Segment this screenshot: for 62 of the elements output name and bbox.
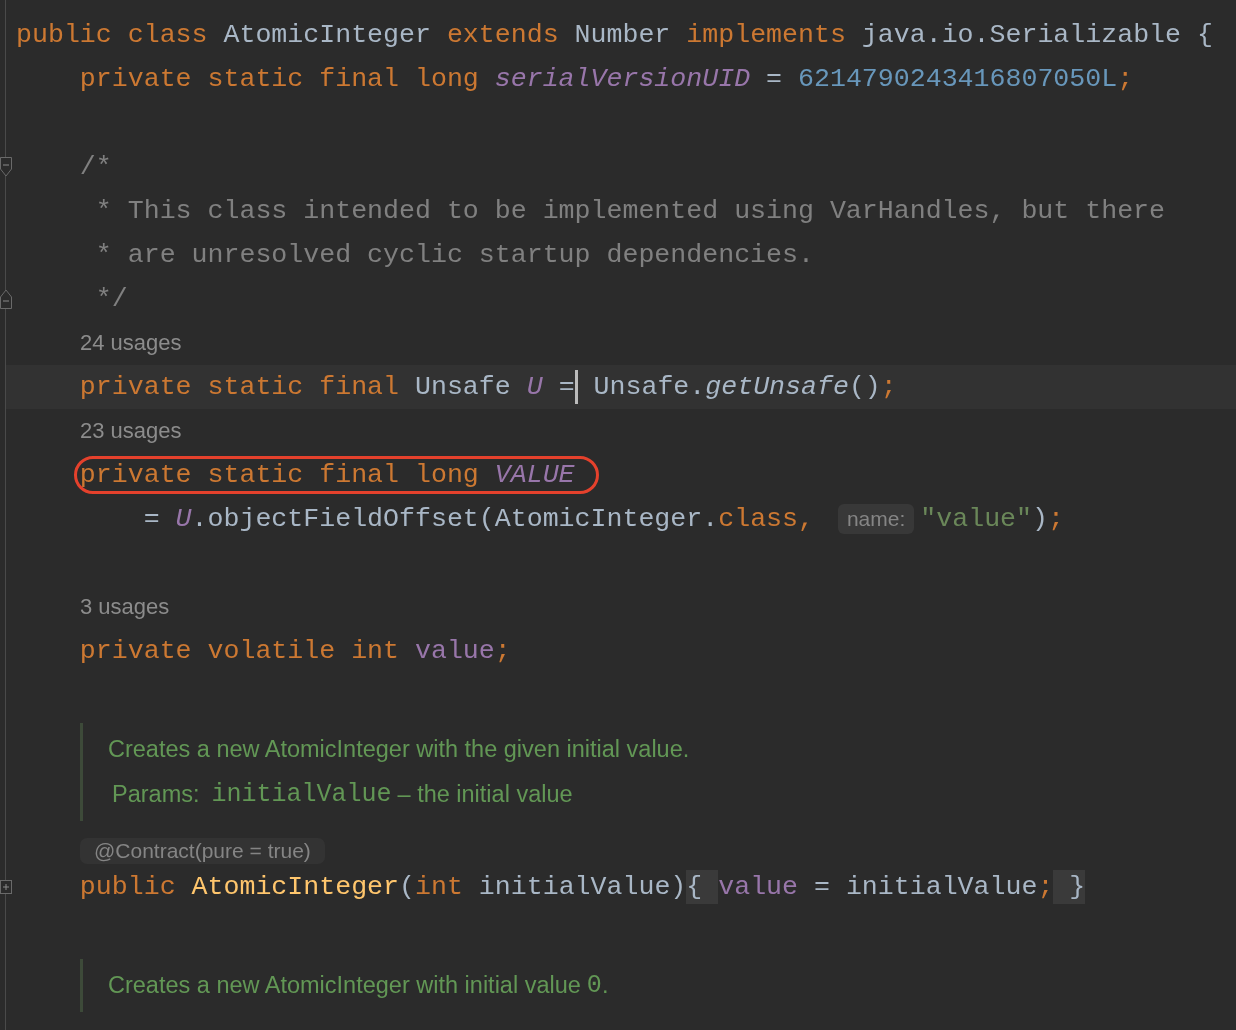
punctuation: ; [1037,872,1054,902]
fold-icon[interactable] [0,157,12,177]
code-text: AtomicInteger [223,20,432,50]
folded-code[interactable]: { [686,870,719,904]
code-text: .objectFieldOffset(AtomicInteger. [191,504,719,534]
comment-text: * are unresolved cyclic startup dependencies. [95,240,814,270]
punctuation: , [798,504,815,534]
usages-link[interactable]: 3 usages [80,594,170,620]
field-name: value [718,872,799,902]
usages-link[interactable]: 23 usages [80,418,182,444]
field-name: value [415,636,495,666]
usages-link[interactable]: 24 usages [80,330,182,356]
field-name: serialVersionUID [494,64,751,94]
doc-code-text: initialValue [211,780,392,809]
keyword: private static final long [79,460,480,490]
keyword: private static final long [79,64,480,94]
punctuation: ; [1117,64,1134,94]
keyword: class [718,504,798,534]
keyword: private static final [79,372,401,402]
doc-code-text: 0 [586,971,602,1000]
expand-icon[interactable] [0,880,12,894]
folded-code[interactable]: } [1053,870,1086,904]
keyword: public class [16,20,209,50]
string-literal: "value" [920,504,1033,534]
punctuation: ; [1048,504,1064,534]
code-text: () [848,372,881,402]
keyword: public [79,872,177,902]
inlay-hint[interactable]: name: [837,504,915,534]
code-text: = [765,64,784,94]
doc-comment-text: – the initial value [397,781,573,808]
keyword: implements [686,20,847,50]
keyword: extends [446,20,560,50]
punctuation: ; [880,372,897,402]
code-text: ) [1032,504,1048,534]
code-text: Unsafe [415,372,512,402]
comment-text: /* [79,152,112,182]
fold-icon[interactable] [0,289,12,309]
code-text: = [143,504,161,534]
code-text: java.io.Serializable { [861,20,1213,50]
code-text: Unsafe. [592,372,706,402]
field-name: VALUE [494,460,575,490]
code-text: initialValue) [478,872,687,902]
code-text: Number [574,20,672,50]
code-text: ( [399,872,415,902]
comment-text: */ [95,284,128,314]
text-cursor [574,370,578,404]
doc-comment-text: . [601,972,609,999]
field-name: U [175,504,192,534]
method-name: getUnsafe [705,372,849,402]
punctuation: ; [494,636,511,666]
constructor-name: AtomicInteger [191,872,400,902]
field-name: U [526,372,543,402]
doc-param-label: Params: [112,781,200,808]
code-text: = [557,372,575,402]
keyword: private volatile int [79,636,401,666]
inferred-annotation: @Contract(pure = true) [80,838,325,864]
comment-text: * This class intended to be implemented using VarHandles, but there [95,196,1166,226]
keyword: int [415,872,464,902]
code-text: = initialValue [813,872,1038,902]
doc-comment-text: Creates a new AtomicInteger with initial value [108,972,581,999]
number-literal: 6214790243416807050L [798,64,1118,94]
doc-comment-text: Creates a new AtomicInteger with the given initial value. [108,736,690,763]
